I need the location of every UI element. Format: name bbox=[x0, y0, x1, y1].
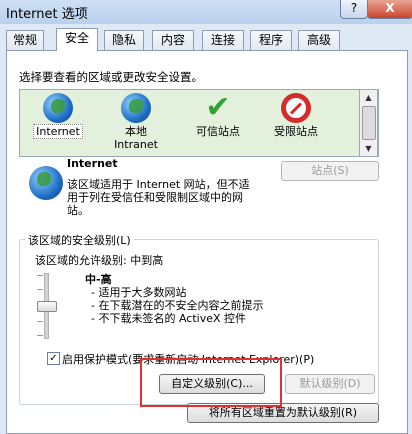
slider-tick bbox=[37, 275, 43, 276]
zone-internet[interactable]: Internet bbox=[21, 91, 95, 153]
checkmark-icon: ✔ bbox=[205, 90, 231, 125]
slider-tick bbox=[37, 335, 43, 336]
help-button[interactable]: ? bbox=[340, 0, 368, 19]
zone-intranet-label: 本地 Intranet bbox=[114, 125, 158, 151]
annotation-highlight-box bbox=[140, 358, 282, 407]
allowed-levels-text: 该区域的允许级别: 中到高 bbox=[35, 254, 164, 267]
zone-trusted-label: 可信站点 bbox=[196, 125, 240, 138]
close-button[interactable]: X bbox=[367, 0, 412, 19]
tab-advanced[interactable]: 高级 bbox=[298, 30, 340, 50]
slider-tick bbox=[37, 321, 43, 322]
slider-thumb[interactable] bbox=[37, 301, 57, 312]
no-entry-icon bbox=[281, 93, 311, 123]
tab-programs[interactable]: 程序 bbox=[250, 30, 292, 50]
tab-privacy[interactable]: 隐私 bbox=[104, 30, 144, 50]
title-bar: Internet 选项 ? X bbox=[0, 0, 412, 24]
window-title: Internet 选项 bbox=[6, 7, 88, 22]
default-level-button[interactable]: 默认级别(D) bbox=[285, 374, 375, 394]
bullet-item: 不下载未签名的 ActiveX 控件 bbox=[91, 312, 263, 325]
zone-scrollbar[interactable]: ▲ ▼ bbox=[359, 89, 378, 157]
selected-zone-description: 该区域适用于 Internet 网站，但不适用于列在受信任和受限制区域中的网站。 bbox=[67, 178, 250, 217]
protected-mode-checkbox[interactable]: ✓ bbox=[47, 352, 60, 365]
slider-tick bbox=[37, 289, 43, 290]
zone-prompt: 选择要查看的区域或更改安全设置。 bbox=[19, 70, 203, 84]
security-panel: 选择要查看的区域或更改安全设置。 Internet 本地 Intranet ✔ … bbox=[6, 50, 408, 434]
zone-internet-label: Internet bbox=[33, 124, 83, 139]
zone-trusted[interactable]: ✔ 可信站点 bbox=[181, 91, 255, 153]
tab-security[interactable]: 安全 bbox=[56, 28, 98, 51]
zone-restricted[interactable]: 受限站点 bbox=[259, 91, 333, 153]
security-level-bullets: 适用于大多数网站 在下载潜在的不安全内容之前提示 不下载未签名的 ActiveX… bbox=[91, 286, 263, 325]
zone-restricted-label: 受限站点 bbox=[274, 125, 318, 138]
sites-button[interactable]: 站点(S) bbox=[281, 161, 379, 181]
scroll-up-icon[interactable]: ▲ bbox=[360, 90, 377, 105]
zone-intranet[interactable]: 本地 Intranet bbox=[99, 91, 173, 153]
security-level-legend: 该区域的安全级别(L) bbox=[25, 232, 134, 248]
scroll-down-icon[interactable]: ▼ bbox=[360, 141, 377, 156]
selected-zone-globe-icon bbox=[29, 166, 63, 200]
selected-zone-name: Internet bbox=[67, 157, 118, 170]
tab-general[interactable]: 常规 bbox=[6, 30, 44, 50]
security-level-name: 中-高 bbox=[85, 273, 112, 286]
bullet-item: 适用于大多数网站 bbox=[91, 286, 263, 299]
bullet-item: 在下载潜在的不安全内容之前提示 bbox=[91, 299, 263, 312]
tab-connections[interactable]: 连接 bbox=[202, 30, 244, 50]
scroll-thumb[interactable] bbox=[362, 106, 376, 140]
intranet-icon bbox=[121, 93, 151, 123]
globe-icon bbox=[43, 93, 73, 123]
tab-content[interactable]: 内容 bbox=[152, 30, 194, 50]
